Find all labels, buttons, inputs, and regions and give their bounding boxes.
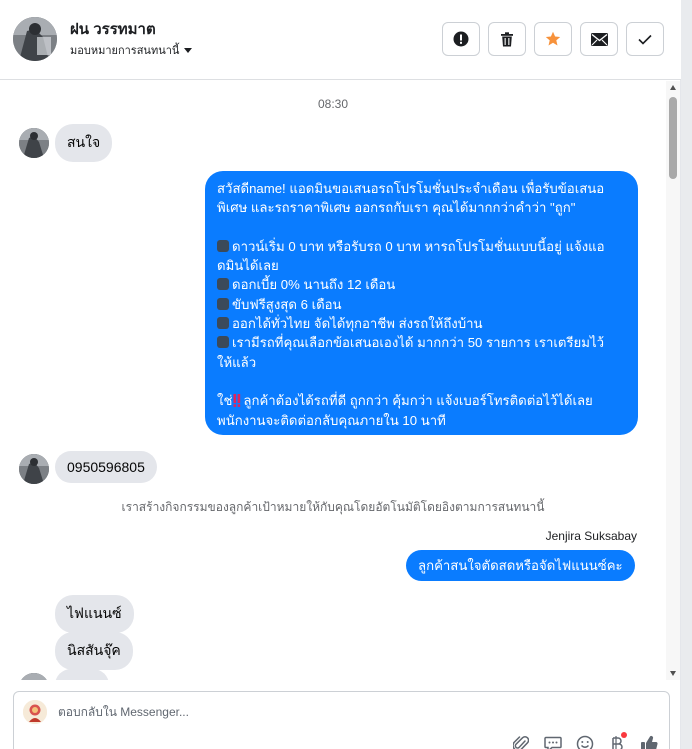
- outgoing-message-agent: ลูกค้าสนใจตัดสดหรือจัดไฟแนนซ์คะ: [406, 550, 635, 581]
- messenger-conversation-panel: ฝน วรรทมาต มอบหมายการสนทนานี้ 08:30 สนใจ…: [0, 0, 681, 749]
- composer-tools: [510, 732, 660, 749]
- offer-bullet-1-line-2: ดมินได้เลย: [217, 258, 279, 274]
- car-emoji-icon: [217, 336, 229, 349]
- paperclip-icon: [513, 736, 529, 749]
- scroll-down-arrow-icon[interactable]: [670, 671, 676, 676]
- incoming-message: ไฟแนนซ์: [55, 595, 134, 633]
- offer-bullet-3: ขับฟรีสูงสุด 6 เดือน: [232, 296, 342, 312]
- offer-bullet-4: ออกได้ทั่วไทย จัดได้ทุกอาชีพ ส่งรถให้ถึง…: [232, 316, 483, 332]
- car-emoji-icon: [217, 297, 229, 310]
- assign-conversation-dropdown[interactable]: มอบหมายการสนทนานี้: [70, 41, 193, 59]
- contact-avatar-small: [19, 454, 49, 484]
- star-icon: [545, 31, 561, 46]
- conversation-header: ฝน วรรทมาต มอบหมายการสนทนานี้: [0, 0, 681, 80]
- offer-bullet-2: ดอกเบี้ย 0% นานถึง 12 เดือน: [232, 277, 396, 293]
- contact-avatar[interactable]: [13, 17, 57, 61]
- incoming-message-partial: [55, 669, 109, 680]
- chat-bubble-icon: [544, 736, 562, 749]
- agent-name: Jenjira Suksabay: [545, 529, 637, 543]
- incoming-message-phone[interactable]: 0950596805: [55, 451, 157, 483]
- car-emoji-icon: [217, 239, 229, 252]
- offer-bullet-1-line-1: ดาวน์เริ่ม 0 บาท หรือรับรถ 0 บาท หารถโปร…: [232, 238, 605, 254]
- contact-name[interactable]: ฝน วรรทมาต: [70, 17, 156, 41]
- offer-bullet-5-line-2: ให้แล้ว: [217, 354, 257, 370]
- trash-icon: [501, 31, 513, 46]
- offer-intro-line-2: พิเศษ และรถราคาพิเศษ ออกรถกับเรา คุณได้ม…: [217, 200, 576, 216]
- car-emoji-icon: [217, 317, 229, 330]
- message-thread[interactable]: 08:30 สนใจ สวัสดีname! แอดมินขอเสนอรถโปร…: [0, 81, 666, 680]
- alert-icon: [453, 31, 469, 47]
- scrollbar-thumb[interactable]: [669, 97, 677, 179]
- car-emoji-icon: [217, 278, 229, 291]
- like-button[interactable]: [638, 734, 660, 749]
- system-note: เราสร้างกิจกรรมของลูกค้าเป้าหมายให้กับคุ…: [121, 500, 545, 514]
- outgoing-message-offer: สวัสดีname! แอดมินขอเสนอรถโปรโมชั่นประจำ…: [205, 171, 638, 435]
- incoming-message: สนใจ: [55, 124, 113, 162]
- star-button[interactable]: [534, 22, 572, 56]
- offer-closing-rest: ลูกค้าต้องได้รถที่ดี ถูกกว่า คุ้มกว่า แจ…: [243, 393, 593, 409]
- incoming-message: นิสสันจุ๊ค: [55, 632, 133, 670]
- assign-label: มอบหมายการสนทนานี้: [70, 45, 180, 57]
- envelope-icon: [590, 32, 608, 46]
- delete-button[interactable]: [488, 22, 526, 56]
- check-icon: [638, 34, 652, 45]
- scroll-up-arrow-icon[interactable]: [670, 85, 676, 90]
- payment-button[interactable]: [606, 732, 628, 749]
- message-timestamp: 08:30: [317, 97, 349, 111]
- reply-input[interactable]: [58, 705, 458, 719]
- saved-replies-button[interactable]: [542, 734, 564, 749]
- thread-scrollbar[interactable]: [666, 81, 680, 680]
- double-exclamation-icon: [233, 394, 241, 408]
- contact-avatar-small: [19, 673, 49, 680]
- offer-bullet-5-line-1: เรามีรถที่คุณเลือกข้อเสนอเองได้ มากกว่า …: [232, 335, 604, 351]
- page-avatar: [23, 700, 47, 724]
- mark-spam-button[interactable]: [442, 22, 480, 56]
- contact-avatar-small: [19, 128, 49, 158]
- window-gutter: [681, 0, 692, 749]
- mark-done-button[interactable]: [626, 22, 664, 56]
- reply-composer: [13, 691, 670, 749]
- mark-unread-button[interactable]: [580, 22, 618, 56]
- chevron-down-icon: [184, 47, 193, 53]
- offer-closing-line-2: พนักงานจะติดต่อกลับคุณภายใน 10 นาที: [217, 412, 446, 428]
- emoji-button[interactable]: [574, 734, 596, 749]
- conversation-actions: [442, 22, 664, 56]
- offer-closing-prefix: ใช่: [217, 393, 233, 409]
- notification-dot: [621, 732, 627, 738]
- offer-intro-line-1: สวัสดีname! แอดมินขอเสนอรถโปรโมชั่นประจำ…: [217, 181, 605, 196]
- thumbs-up-icon: [641, 736, 658, 749]
- attach-button[interactable]: [510, 734, 532, 749]
- smiley-icon: [576, 735, 594, 749]
